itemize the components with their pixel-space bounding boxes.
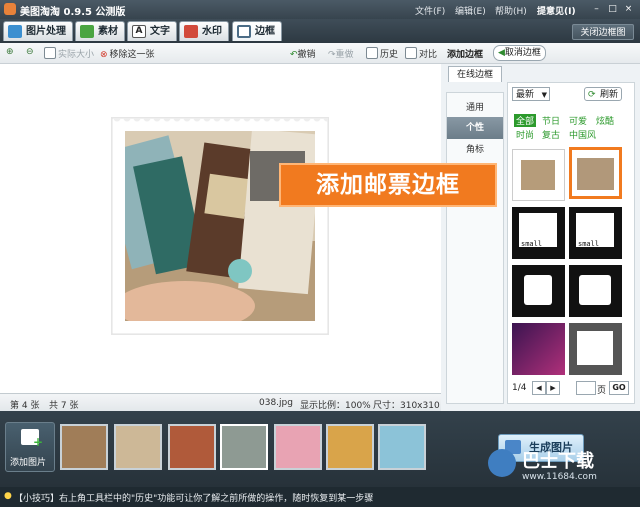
menu-file[interactable]: 文件(F) xyxy=(415,4,445,17)
undo-icon: ↶ xyxy=(290,50,298,60)
frame-thumb[interactable] xyxy=(569,323,622,375)
add-frame-label: 添加边框 xyxy=(447,50,484,60)
canvas-toolbar: ⊕ ⊖ 实际大小 ⊗ 移除这一张 ↶撤销 ↷重做 历史 对比 xyxy=(0,43,441,64)
category-general[interactable]: 通用 xyxy=(447,97,503,119)
maximize-icon[interactable]: □ xyxy=(606,3,619,15)
history-icon xyxy=(366,47,378,59)
lightbulb-icon: ● xyxy=(4,491,12,501)
film-thumb[interactable] xyxy=(378,424,426,470)
cancel-icon: ◀ xyxy=(498,48,505,58)
page-indicator: 1/4 xyxy=(512,383,527,393)
filter-cute[interactable]: 可爱 xyxy=(569,114,587,127)
photo-preview xyxy=(125,131,315,321)
frame-thumb[interactable] xyxy=(512,265,565,317)
page-suffix: 页 xyxy=(597,386,607,396)
close-icon[interactable]: × xyxy=(622,3,635,15)
frame-thumb[interactable]: small xyxy=(569,207,622,259)
watermark-icon xyxy=(184,25,198,38)
history-button[interactable]: 历史 xyxy=(366,47,398,60)
tab-watermark[interactable]: 水印 xyxy=(179,21,229,41)
current-index: 第 4 张 xyxy=(10,401,40,411)
title-bar: 美图淘淘 0.9.5 公测版 文件(F) 编辑(E) 帮助(H) 提意见(I) … xyxy=(0,0,640,19)
actual-size-button[interactable]: 实际大小 xyxy=(44,47,94,60)
actual-size-icon xyxy=(44,47,56,59)
zoom-out-icon[interactable]: ⊖ xyxy=(26,47,34,57)
tip-text: 【小技巧】右上角工具栏中的"历史"功能可让你了解之前所做的操作，随时恢复到某一步… xyxy=(14,494,374,504)
zoom-level: 显示比例：100% xyxy=(300,401,371,411)
frame-panel-header: 添加边框 ◀取消边框 xyxy=(441,43,640,64)
sort-select[interactable]: 最新 ▼ xyxy=(512,87,550,101)
undo-button[interactable]: ↶撤销 xyxy=(290,47,316,60)
material-icon xyxy=(80,25,94,38)
filter-fashion[interactable]: 时尚 xyxy=(516,128,534,141)
film-thumb[interactable] xyxy=(168,424,216,470)
go-button[interactable]: GO xyxy=(609,381,629,395)
add-picture-icon: + xyxy=(21,429,43,449)
filter-retro[interactable]: 复古 xyxy=(542,128,560,141)
text-icon: A xyxy=(132,25,146,38)
close-frame-button[interactable]: 关闭边框图 xyxy=(572,24,634,40)
category-corner[interactable]: 角标 xyxy=(447,139,503,161)
menu-edit[interactable]: 编辑(E) xyxy=(455,4,486,17)
total-count: 共 7 张 xyxy=(49,401,79,411)
category-personal[interactable]: 个性 xyxy=(447,117,503,139)
image-icon xyxy=(8,25,22,38)
remove-icon: ⊗ xyxy=(100,50,108,60)
callout-banner: 添加邮票边框 xyxy=(279,163,497,207)
tab-frame[interactable]: 边框 xyxy=(232,21,282,41)
film-thumb[interactable] xyxy=(60,424,108,470)
window-title: 美图淘淘 0.9.5 公测版 xyxy=(20,7,126,18)
refresh-icon: ⟳ xyxy=(588,90,596,100)
menu-feedback[interactable]: 提意见(I) xyxy=(537,4,576,17)
compare-button[interactable]: 对比 xyxy=(405,47,437,60)
tab-text[interactable]: A 文字 xyxy=(127,21,177,41)
redo-button[interactable]: ↷重做 xyxy=(328,47,354,60)
next-page-icon[interactable]: ▶ xyxy=(546,381,560,395)
frame-thumb[interactable] xyxy=(569,265,622,317)
filter-chinese[interactable]: 中国风 xyxy=(569,128,596,141)
app-logo-icon xyxy=(4,3,16,15)
minimize-icon[interactable]: – xyxy=(590,3,603,15)
tab-online-frames[interactable]: 在线边框 xyxy=(448,66,502,82)
page-input[interactable] xyxy=(576,381,596,395)
site-watermark: 巴士下载 www.11684.com xyxy=(488,447,636,487)
add-picture-button[interactable]: + 添加图片 xyxy=(5,422,55,472)
prev-page-icon[interactable]: ◀ xyxy=(532,381,546,395)
frame-thumb[interactable] xyxy=(512,149,565,201)
frame-icon xyxy=(237,25,251,38)
image-size: 尺寸：310x310 xyxy=(373,401,440,411)
film-thumb[interactable] xyxy=(274,424,322,470)
redo-icon: ↷ xyxy=(328,50,336,60)
tip-bar: ● 【小技巧】右上角工具栏中的"历史"功能可让你了解之前所做的操作，随时恢复到某… xyxy=(0,487,640,507)
film-thumb[interactable] xyxy=(114,424,162,470)
watermark-logo-icon xyxy=(488,449,516,477)
frame-gallery: 最新 ▼ ⟳ 刷新 全部 节日 可爱 炫酷 时尚 复古 中国风 small smal… xyxy=(507,82,635,404)
status-bar: 第 4 张 共 7 张 038.jpg 显示比例：100% 尺寸：310x310 xyxy=(0,393,441,412)
tab-image-process[interactable]: 图片处理 xyxy=(3,21,73,41)
film-thumb[interactable] xyxy=(326,424,374,470)
frame-thumb-selected[interactable] xyxy=(569,147,622,199)
filter-holiday[interactable]: 节日 xyxy=(542,114,560,127)
menu-help[interactable]: 帮助(H) xyxy=(495,4,527,17)
category-list: 通用 个性 角标 xyxy=(446,92,504,404)
main-toolbar: 图片处理 素材 A 文字 水印 边框 xyxy=(0,19,640,43)
cancel-frame-button[interactable]: ◀取消边框 xyxy=(493,45,546,61)
filter-all[interactable]: 全部 xyxy=(514,114,537,127)
frame-thumb[interactable]: small xyxy=(512,207,565,259)
refresh-button[interactable]: ⟳ 刷新 xyxy=(584,87,622,101)
frame-thumb[interactable] xyxy=(512,323,565,375)
chevron-down-icon: ▼ xyxy=(541,91,547,99)
tab-material[interactable]: 素材 xyxy=(75,21,125,41)
filter-cool[interactable]: 炫酷 xyxy=(596,114,614,127)
film-thumb-active[interactable] xyxy=(220,424,268,470)
zoom-in-icon[interactable]: ⊕ xyxy=(6,47,14,57)
compare-icon xyxy=(405,47,417,59)
file-name: 038.jpg xyxy=(259,398,293,408)
remove-one-button[interactable]: ⊗ 移除这一张 xyxy=(100,47,155,60)
